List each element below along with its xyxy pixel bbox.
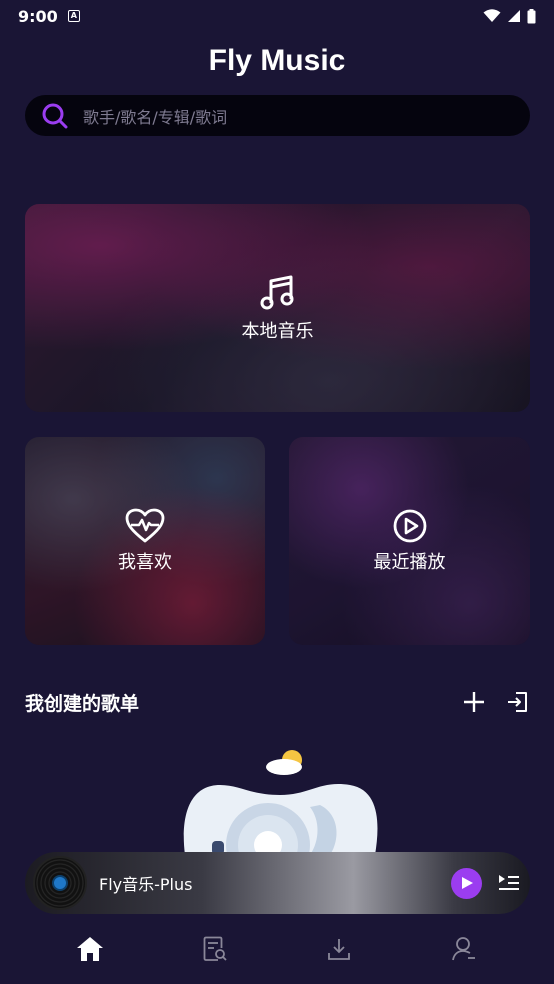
- local-music-label: 本地音乐: [241, 321, 314, 342]
- status-right: [483, 8, 536, 24]
- play-button[interactable]: [451, 867, 482, 899]
- favorites-label: 我喜欢: [118, 552, 172, 573]
- mini-player[interactable]: Fly音乐-Plus: [25, 852, 530, 914]
- search-icon: [42, 103, 68, 128]
- home-icon: [77, 937, 104, 961]
- play-icon: [461, 877, 473, 889]
- search-bar[interactable]: 歌手/歌名/专辑/歌词: [25, 95, 530, 136]
- playlist-icon[interactable]: [498, 874, 520, 892]
- track-title: Fly音乐-Plus: [99, 875, 193, 894]
- vinyl-label: [52, 875, 68, 891]
- music-note-icon: [260, 275, 293, 310]
- heart-pulse-icon: [125, 508, 165, 543]
- app-title: Fly Music: [208, 44, 346, 77]
- recent-card[interactable]: 最近播放: [289, 437, 530, 645]
- empty-playlist-illustration: [180, 745, 380, 855]
- download-icon: [328, 939, 351, 960]
- play-circle-icon: [393, 509, 426, 543]
- search-list-icon: [203, 936, 227, 961]
- bottom-nav: [0, 926, 554, 972]
- signal-icon: [508, 10, 520, 22]
- nav-search-list[interactable]: [195, 929, 235, 969]
- status-time: 9:00: [18, 6, 58, 26]
- search-placeholder: 歌手/歌名/专辑/歌词: [83, 107, 228, 127]
- favorites-card[interactable]: 我喜欢: [25, 437, 265, 645]
- nav-home[interactable]: [70, 929, 110, 969]
- playlist-section-header: 我创建的歌单: [25, 688, 530, 716]
- status-left: 9:00 A: [18, 7, 80, 26]
- wifi-icon: [483, 9, 501, 22]
- album-art-vinyl[interactable]: [33, 856, 87, 910]
- section-title: 我创建的歌单: [25, 692, 140, 715]
- import-icon[interactable]: [506, 690, 530, 714]
- recent-label: 最近播放: [373, 552, 446, 573]
- nav-profile[interactable]: [444, 929, 484, 969]
- status-bar: 9:00 A: [0, 0, 554, 32]
- local-music-card[interactable]: 本地音乐: [25, 204, 530, 412]
- battery-icon: [527, 8, 536, 23]
- a-icon: A: [67, 10, 80, 22]
- profile-icon: [451, 937, 475, 961]
- nav-download[interactable]: [319, 929, 359, 969]
- section-actions: [462, 690, 530, 714]
- plus-icon[interactable]: [462, 690, 486, 714]
- empty-illustration-graphic: [183, 750, 378, 855]
